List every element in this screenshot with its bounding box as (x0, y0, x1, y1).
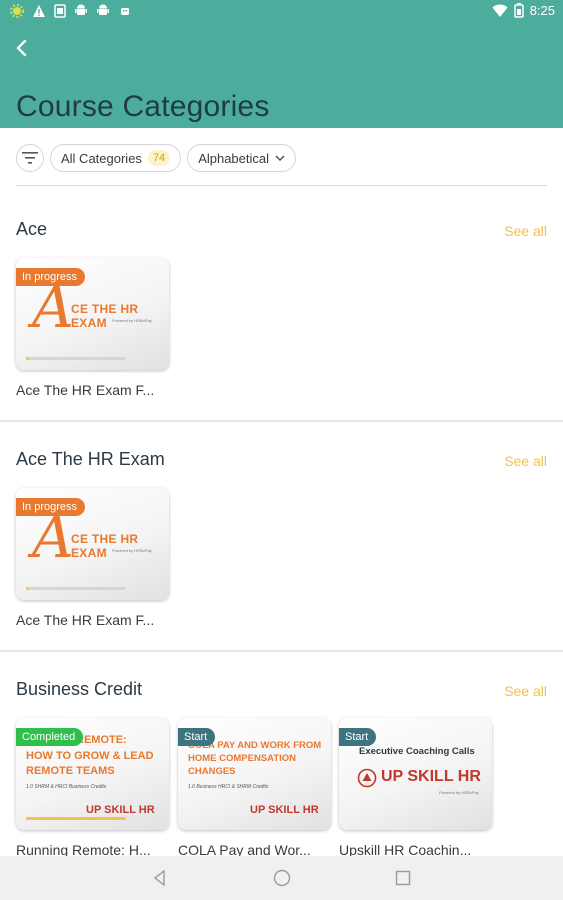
course-thumbnail: In progress A CE THE HR EXAM Powered by … (16, 488, 169, 600)
course-card[interactable]: Completed REMOTE: HOW TO GROW & LEAD REM… (16, 718, 169, 858)
section-title: Business Credit (16, 679, 143, 699)
course-progress-fill (26, 357, 29, 360)
category-chip-label: All Categories (61, 150, 142, 166)
thumb-big-letter: A (32, 503, 74, 571)
thumb-title: CE THE HR EXAM (71, 532, 139, 560)
course-thumbnail: Start COLA PAY AND WORK FROM HOME COMPEN… (178, 718, 331, 830)
section-title: Ace (16, 219, 48, 239)
course-title: Ace The HR Exam F... (16, 612, 155, 628)
thumb-line: HOW TO GROW & LEAD (26, 750, 154, 762)
course-progress-bar (26, 817, 126, 820)
section-separator (0, 650, 563, 652)
thumb-logo: UP SKILL HR (250, 804, 319, 816)
android-icon (121, 8, 129, 15)
section-title: Ace The HR Exam (16, 449, 165, 469)
page-title: Course Categories (16, 90, 270, 123)
thumb-line: HOME COMPENSATION (188, 753, 297, 764)
filter-divider (16, 185, 547, 186)
thumb-big-letter: A (32, 273, 74, 341)
chevron-down-icon (275, 155, 285, 161)
back-arrow-icon[interactable] (12, 38, 32, 58)
thumb-line: CHANGES (188, 766, 236, 777)
android-icon (75, 4, 87, 15)
thumb-credit: 1.0 SHRM & HRCI Business Credits (26, 784, 107, 790)
status-badge: In progress (16, 268, 86, 286)
wifi-icon (492, 4, 508, 17)
warning-icon (33, 5, 45, 17)
course-progress-bar (26, 587, 126, 590)
thumb-line: REMOTE: (76, 734, 127, 746)
sort-chip[interactable]: Alphabetical (187, 144, 297, 172)
course-thumbnail: In progress A CE THE HR EXAM Powered by … (16, 258, 169, 370)
thumb-powered: Powered by HRBoPay (112, 318, 152, 323)
battery-icon (513, 3, 524, 18)
thumb-powered: Powered by HRBoPay (112, 548, 152, 553)
thumb-logo: UP SKILL HR (86, 804, 155, 816)
sim-icon (54, 4, 66, 18)
course-thumbnail: Completed REMOTE: HOW TO GROW & LEAD REM… (16, 718, 169, 830)
status-badge: Completed (16, 728, 84, 746)
thumb-title: CE THE HR EXAM (71, 302, 139, 330)
thumb-logo: UP SKILL HR (381, 768, 481, 785)
status-badge: Start (178, 728, 216, 746)
settings-icon (10, 4, 24, 18)
course-progress-bar (26, 357, 126, 360)
course-card[interactable]: In progress A CE THE HR EXAM Powered by … (16, 258, 169, 398)
see-all-link[interactable]: See all (504, 453, 547, 469)
course-thumbnail: Start Executive Coaching Calls UP SKILL … (339, 718, 492, 830)
app-header: Course Categories (0, 24, 563, 128)
course-card[interactable]: Start Executive Coaching Calls UP SKILL … (339, 718, 492, 858)
nav-recents-icon[interactable] (393, 868, 413, 888)
thumb-line: Executive Coaching Calls (359, 746, 475, 757)
course-card[interactable]: In progress A CE THE HR EXAM Powered by … (16, 488, 169, 628)
filter-bar: All Categories 74 Alphabetical (16, 143, 297, 173)
status-time: 8:25 (529, 3, 555, 18)
category-count-badge: 74 (147, 150, 171, 166)
filter-icon (22, 152, 38, 164)
system-nav-bar (0, 856, 563, 900)
status-bar: 8:25 (0, 0, 563, 24)
thumb-powered: Powered by HRBoPay (439, 790, 479, 795)
course-title: Ace The HR Exam F... (16, 382, 155, 398)
nav-back-icon[interactable] (150, 868, 170, 888)
see-all-link[interactable]: See all (504, 683, 547, 699)
see-all-link[interactable]: See all (504, 223, 547, 239)
course-card[interactable]: Start COLA PAY AND WORK FROM HOME COMPEN… (178, 718, 331, 858)
thumb-line: REMOTE TEAMS (26, 765, 115, 777)
filter-button[interactable] (16, 144, 44, 172)
thumb-credit: 1.0 Business HRCI & SHRM Credits (188, 784, 269, 790)
course-progress-fill (26, 817, 126, 820)
status-badge: Start (339, 728, 377, 746)
category-chip[interactable]: All Categories 74 (50, 144, 182, 172)
upskill-logo-icon (357, 768, 377, 788)
course-progress-fill (26, 587, 29, 590)
nav-home-icon[interactable] (272, 868, 292, 888)
sort-chip-label: Alphabetical (198, 150, 270, 166)
section-separator (0, 420, 563, 422)
status-badge: In progress (16, 498, 86, 516)
android-icon (97, 4, 109, 15)
